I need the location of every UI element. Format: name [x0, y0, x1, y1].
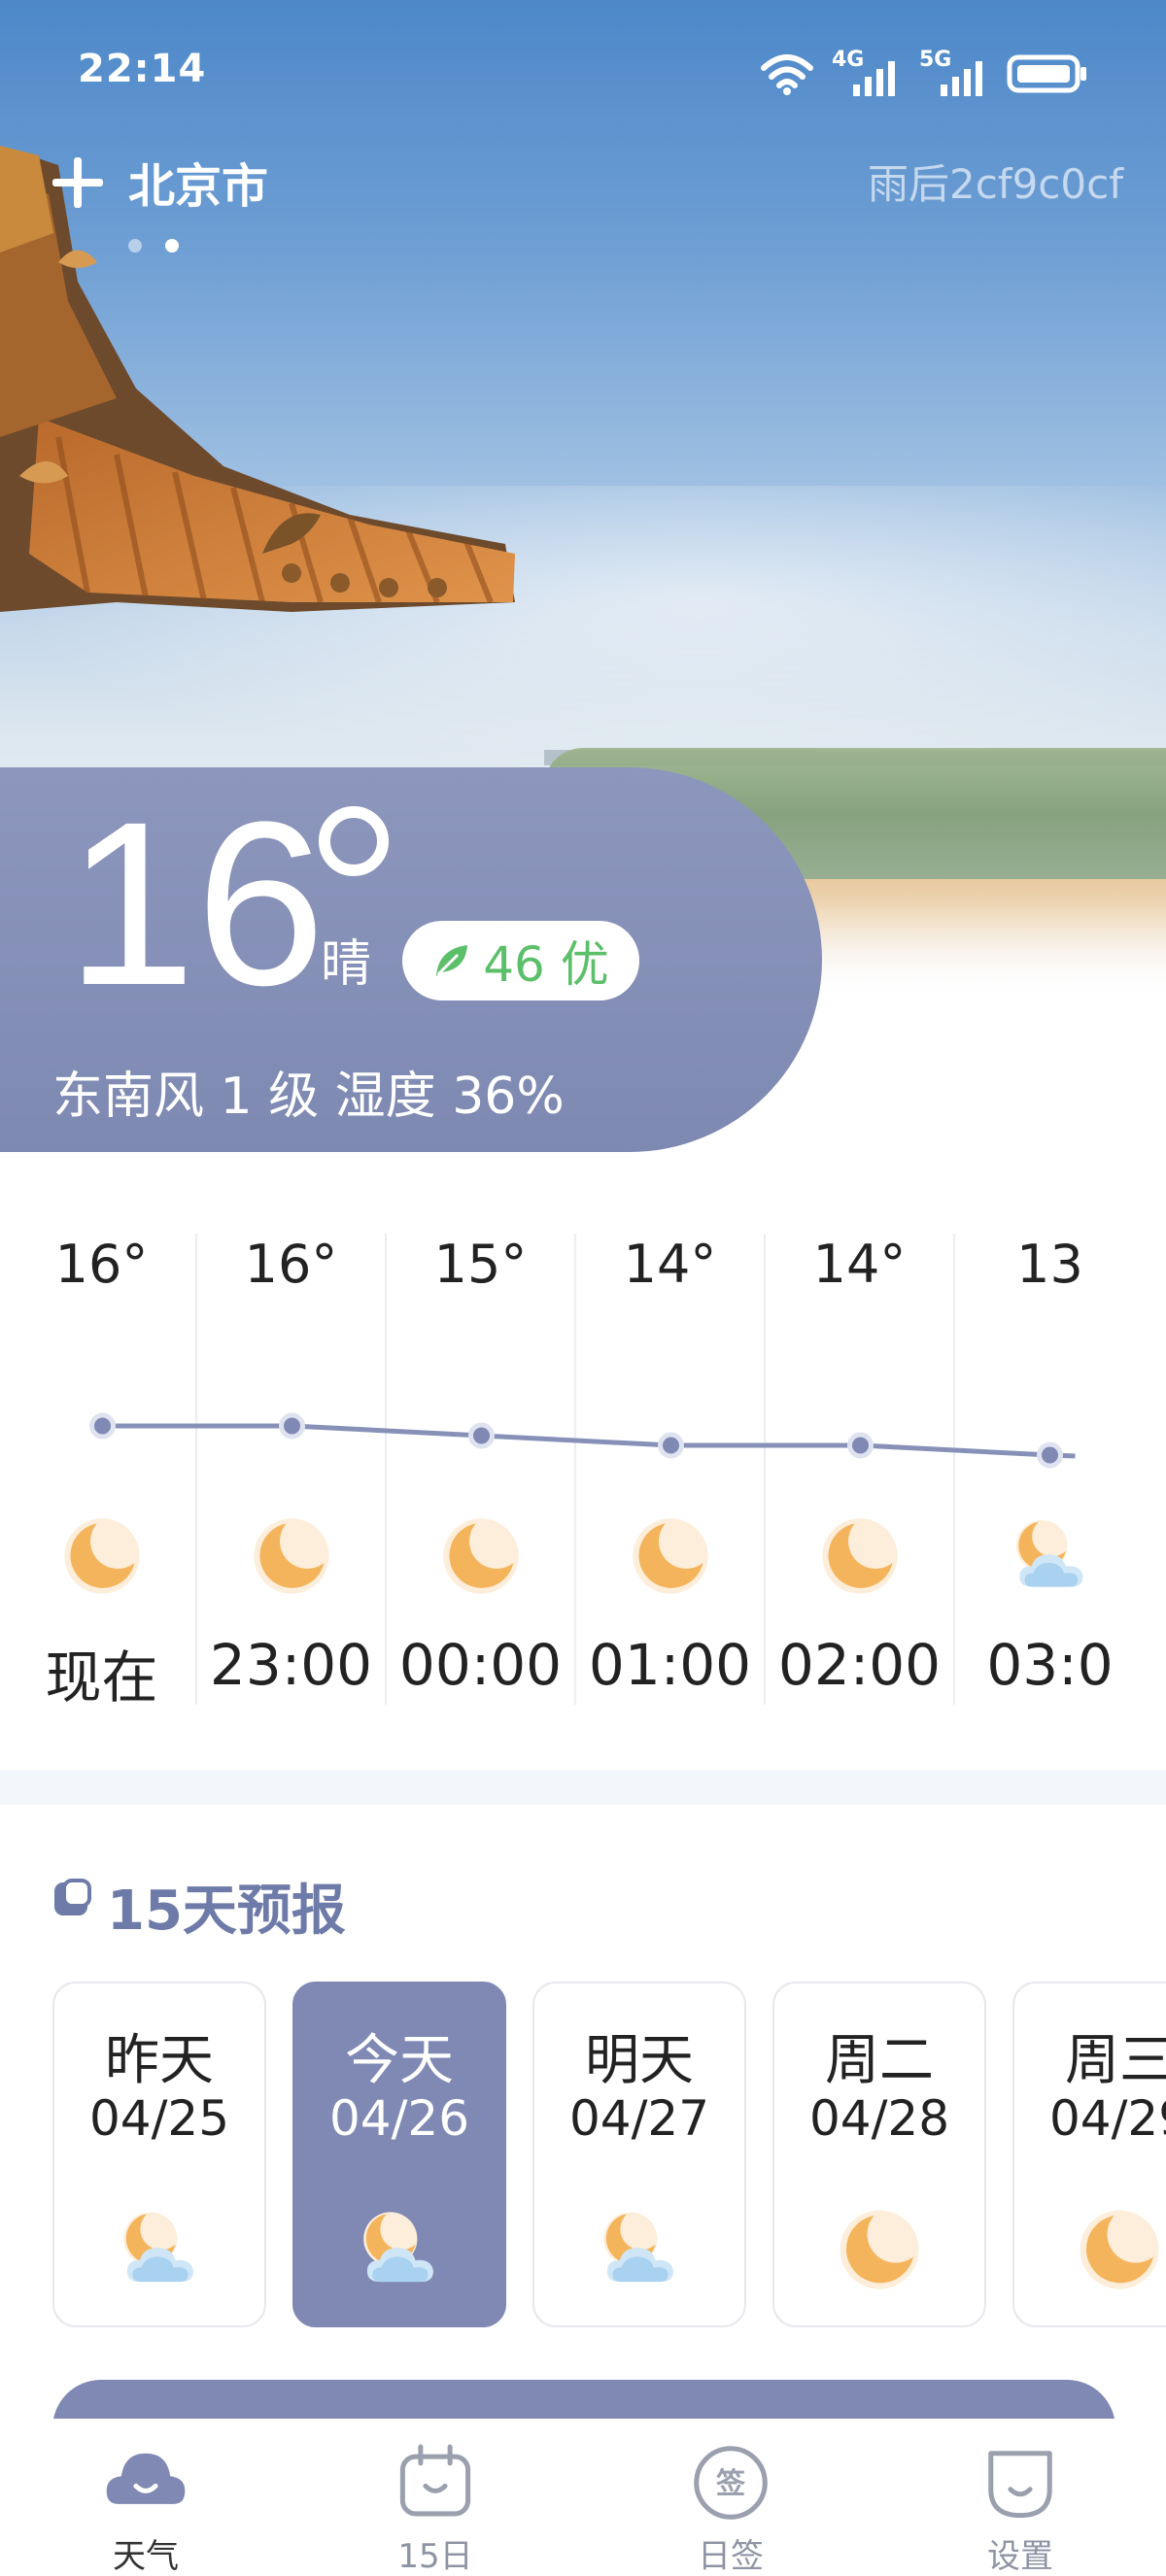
- day-name: 今天: [345, 2029, 454, 2092]
- hour-temperature: 16°: [244, 1234, 338, 1295]
- moon-icon: [442, 1518, 519, 1594]
- hour-column: 14° 01:00: [576, 1234, 766, 1705]
- moon-cloud-icon: [363, 2212, 433, 2283]
- signal-5g-icon: 5G: [919, 48, 989, 96]
- nav-tab-3[interactable]: 设置: [904, 2419, 1137, 2576]
- day-weather-icon-wrap: [835, 2205, 924, 2294]
- hour-weather-icon-wrap: [249, 1513, 334, 1599]
- nav-tab-0[interactable]: 天气: [29, 2419, 262, 2576]
- add-city-icon[interactable]: [51, 155, 105, 210]
- day-date: 04/26: [328, 2090, 470, 2147]
- day-card[interactable]: 昨天 04/25: [52, 1982, 266, 2327]
- wifi-icon: [761, 54, 813, 95]
- calendar-icon: [399, 2444, 471, 2517]
- day-card[interactable]: 明天 04/27: [532, 1982, 746, 2327]
- moon-icon: [821, 1518, 898, 1594]
- hour-weather-icon-wrap: [1008, 1513, 1093, 1599]
- hour-time: 23:00: [209, 1632, 373, 1698]
- hour-temperature: 16°: [54, 1234, 149, 1295]
- forecast-section-icon: [54, 1879, 91, 1915]
- hour-time: 03:0: [986, 1632, 1114, 1698]
- moon-icon: [632, 1518, 708, 1594]
- bottom-navigation: 天气 15日 签日签 设置: [0, 2419, 1166, 2576]
- sign-icon: 签: [694, 2446, 768, 2520]
- moon-cloud-icon: [603, 2212, 673, 2283]
- day-card-today[interactable]: 今天 04/26: [292, 1982, 506, 2327]
- current-temperature: 16: [66, 773, 326, 1034]
- nav-tab-1[interactable]: 15日: [319, 2419, 552, 2576]
- hour-column: 13 03:0: [955, 1234, 1117, 1705]
- status-icons: 4G 5G: [760, 47, 1088, 101]
- hour-weather-icon-wrap: [438, 1513, 524, 1599]
- page-dot-active: [165, 239, 179, 253]
- palace-roof-image: [0, 146, 515, 612]
- page-dot: [128, 239, 142, 253]
- hour-time: 02:00: [777, 1632, 942, 1698]
- moon-icon: [840, 2210, 919, 2289]
- nav-icon-wrap: 签: [690, 2442, 772, 2524]
- hour-weather-icon-wrap: [59, 1513, 145, 1599]
- status-time: 22:14: [78, 47, 207, 91]
- day-card[interactable]: 周二 04/28: [772, 1982, 986, 2327]
- city-name[interactable]: 北京市: [128, 148, 268, 216]
- hour-temperature: 14°: [623, 1234, 717, 1295]
- hour-time: 01:00: [588, 1632, 752, 1698]
- hour-column: 14° 02:00: [766, 1234, 955, 1705]
- weather-status-text: 雨后2cf9c0cf: [867, 160, 1123, 208]
- nav-icon-wrap: [394, 2442, 476, 2524]
- weather-cloud-icon: [106, 2453, 186, 2504]
- nav-label: 天气: [113, 2537, 179, 2576]
- daily-forecast-list[interactable]: 昨天04/25 今天04/26 明天04/27 周二04/28 周三04/29: [0, 1982, 1166, 2331]
- leaf-icon: [436, 945, 468, 976]
- day-date: 04/29: [1048, 2090, 1166, 2147]
- hour-time: 现在: [45, 1644, 158, 1711]
- hour-temperature: 13: [1016, 1234, 1083, 1295]
- section-divider: [0, 1770, 1166, 1805]
- day-weather-icon-wrap: [115, 2205, 204, 2294]
- wind-humidity: 东南风 1 级 湿度 36%: [52, 1068, 565, 1126]
- degree-symbol: [319, 806, 389, 876]
- day-name: 周二: [825, 2029, 934, 2092]
- settings-face-icon: [988, 2451, 1052, 2519]
- hour-weather-icon-wrap: [817, 1513, 903, 1599]
- nav-icon-wrap: [979, 2442, 1061, 2524]
- day-date: 04/27: [568, 2090, 710, 2147]
- day-card[interactable]: 周三04/29: [1012, 1982, 1166, 2327]
- day-date: 04/25: [88, 2090, 230, 2147]
- nav-label: 设置: [987, 2537, 1053, 2576]
- moon-icon: [63, 1518, 140, 1594]
- hour-temperature: 14°: [812, 1234, 907, 1295]
- current-weather-card: 16 晴 46 优 东南风 1 级 湿度 36%: [0, 767, 822, 1152]
- signal-4g-icon: 4G: [832, 48, 902, 96]
- sign-glyph: 签: [716, 2467, 746, 2501]
- hour-column: 15° 00:00: [387, 1234, 576, 1705]
- moon-icon: [253, 1518, 329, 1594]
- day-weather-icon-wrap: [595, 2205, 684, 2294]
- aqi-text: 46 优: [483, 936, 609, 993]
- day-name: 周三: [1065, 2029, 1166, 2092]
- nav-label: 日签: [698, 2537, 764, 2576]
- hour-temperature: 15°: [433, 1234, 528, 1295]
- day-date: 04/28: [808, 2090, 950, 2147]
- moon-cloud-icon: [1015, 1520, 1082, 1587]
- nav-icon-wrap: [105, 2442, 187, 2524]
- day-weather-icon-wrap: [1075, 2205, 1164, 2294]
- day-name: 昨天: [105, 2029, 214, 2092]
- nav-tab-2[interactable]: 签日签: [614, 2419, 847, 2576]
- forecast-section-title: 15天预报: [107, 1880, 346, 1943]
- current-condition: 晴: [321, 935, 372, 994]
- nav-label: 15日: [397, 2537, 473, 2576]
- page-indicator: [128, 239, 179, 253]
- hour-weather-icon-wrap: [628, 1513, 713, 1599]
- day-name: 明天: [585, 2029, 694, 2092]
- battery-icon: [1007, 54, 1086, 93]
- moon-cloud-icon: [123, 2212, 193, 2283]
- hour-time: 00:00: [398, 1632, 563, 1698]
- hour-column: 16° 现在: [8, 1234, 197, 1711]
- day-weather-icon-wrap: [355, 2205, 444, 2294]
- moon-icon: [1080, 2210, 1159, 2289]
- aqi-badge[interactable]: 46 优: [402, 921, 639, 1000]
- hour-column: 16° 23:00: [197, 1234, 387, 1705]
- hourly-forecast[interactable]: 16° 现在 16° 23:00 15° 00:00 14° 01:00 14° 02:…: [0, 1234, 1117, 1719]
